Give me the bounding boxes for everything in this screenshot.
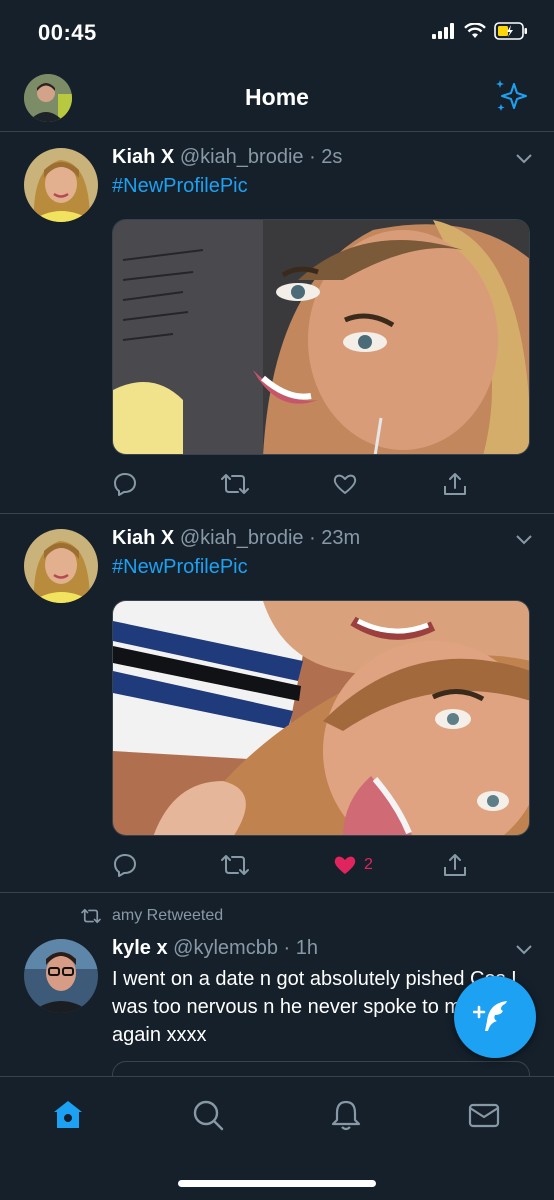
- chevron-down-icon[interactable]: [514, 939, 534, 959]
- tweet-header: Kiah X @kiah_brodie · 2s: [112, 146, 534, 174]
- wifi-icon: [464, 23, 486, 38]
- tweet-photo[interactable]: [112, 600, 530, 836]
- tweet-header: kyle x @kylemcbb · 1h: [112, 937, 534, 965]
- top-navigation-bar: Home: [0, 66, 554, 132]
- retweeted-by[interactable]: amy Retweeted: [80, 907, 223, 925]
- like-count: 2: [364, 856, 373, 873]
- home-icon: [54, 1101, 82, 1128]
- share-button[interactable]: [442, 471, 468, 497]
- tab-notifications[interactable]: [326, 1095, 366, 1135]
- compose-feather-icon: [473, 1001, 507, 1031]
- retweet-icon: [221, 855, 249, 875]
- author-name[interactable]: Kiah X: [112, 146, 174, 168]
- tweet-time: · 2s: [309, 146, 343, 168]
- tweet-photo[interactable]: [112, 219, 530, 455]
- mail-icon: [468, 1103, 500, 1128]
- retweeted-by-label: amy Retweeted: [112, 907, 224, 924]
- retweet-icon: [81, 908, 101, 924]
- tab-home[interactable]: [48, 1095, 88, 1135]
- status-time: 00:45: [38, 20, 97, 45]
- author-avatar[interactable]: [24, 529, 98, 603]
- author-name[interactable]: kyle x: [112, 937, 168, 959]
- tweet[interactable]: Kiah X @kiah_brodie · 23m #NewProfilePic: [0, 514, 554, 893]
- reply-icon: [114, 854, 136, 877]
- tweet-text[interactable]: #NewProfilePic: [112, 175, 248, 198]
- author-handle[interactable]: @kiah_brodie: [180, 527, 304, 549]
- status-icons: [432, 22, 528, 40]
- tweet-time: · 23m: [309, 527, 361, 549]
- share-button[interactable]: [442, 852, 468, 878]
- battery-icon: [494, 22, 527, 40]
- share-icon: [444, 854, 466, 876]
- chevron-down-icon[interactable]: [514, 148, 534, 168]
- heart-icon: [333, 474, 357, 494]
- tweet-actions: 2: [112, 852, 472, 882]
- page-title: Home: [245, 84, 309, 110]
- like-button[interactable]: [332, 471, 364, 497]
- author-avatar[interactable]: [24, 148, 98, 222]
- like-button[interactable]: 2: [332, 852, 373, 878]
- retweet-button[interactable]: [220, 471, 250, 497]
- bell-icon: [331, 1100, 361, 1131]
- tab-search[interactable]: [188, 1095, 228, 1135]
- sparkle-icon[interactable]: [494, 78, 530, 114]
- reply-button[interactable]: [112, 471, 138, 497]
- chevron-down-icon[interactable]: [514, 529, 534, 549]
- tweet[interactable]: Kiah X @kiah_brodie · 2s #NewProfilePic: [0, 133, 554, 514]
- tweet-header: Kiah X @kiah_brodie · 23m: [112, 527, 534, 555]
- retweet-icon: [221, 474, 249, 494]
- tab-messages[interactable]: [464, 1095, 504, 1135]
- retweet-button[interactable]: [220, 852, 250, 878]
- author-handle[interactable]: @kylemcbb: [173, 937, 278, 959]
- status-bar: 00:45: [0, 0, 554, 66]
- share-icon: [444, 473, 466, 495]
- reply-button[interactable]: [112, 852, 138, 878]
- tweet-time: · 1h: [283, 937, 318, 959]
- reply-icon: [114, 473, 136, 496]
- compose-tweet-button[interactable]: [454, 976, 536, 1058]
- author-handle[interactable]: @kiah_brodie: [180, 146, 304, 168]
- tweet-actions: [112, 471, 472, 501]
- author-name[interactable]: Kiah X: [112, 527, 174, 549]
- heart-filled-icon: [334, 856, 356, 874]
- home-indicator[interactable]: [178, 1180, 376, 1187]
- search-icon: [193, 1100, 224, 1131]
- tweet-text[interactable]: #NewProfilePic: [112, 556, 248, 579]
- signal-icon: [432, 23, 454, 39]
- author-avatar[interactable]: [24, 939, 98, 1013]
